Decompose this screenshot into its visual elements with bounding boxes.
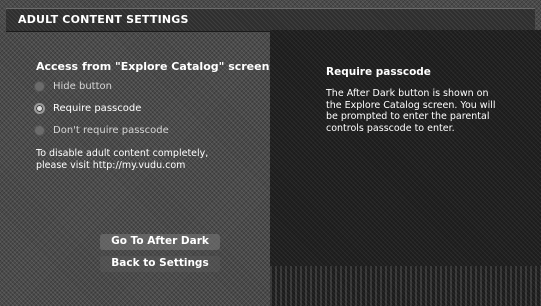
section-title: Access from "Explore Catalog" screen bbox=[36, 60, 270, 73]
page-title: ADULT CONTENT SETTINGS bbox=[18, 13, 189, 26]
radio-icon bbox=[34, 124, 45, 136]
button-label: Go To After Dark bbox=[111, 235, 209, 247]
description-panel: Require passcode The After Dark button i… bbox=[270, 30, 541, 306]
option-require-passcode[interactable]: Require passcode bbox=[34, 100, 141, 116]
description-title: Require passcode bbox=[326, 66, 431, 78]
button-label: Back to Settings bbox=[111, 257, 209, 269]
header-bar: ADULT CONTENT SETTINGS bbox=[6, 8, 535, 32]
back-to-settings-button[interactable]: Back to Settings bbox=[100, 256, 220, 272]
go-to-after-dark-button[interactable]: Go To After Dark bbox=[100, 234, 220, 250]
radio-selected-icon bbox=[34, 102, 45, 114]
option-hide-button[interactable]: Hide button bbox=[34, 78, 112, 94]
option-dont-require-passcode[interactable]: Don't require passcode bbox=[34, 122, 169, 138]
option-label: Don't require passcode bbox=[53, 124, 169, 136]
decorative-band bbox=[270, 266, 541, 306]
option-label: Hide button bbox=[53, 80, 112, 92]
option-label: Require passcode bbox=[53, 102, 142, 114]
radio-icon bbox=[34, 80, 45, 92]
disable-note: To disable adult content completely, ple… bbox=[36, 148, 209, 171]
description-text: The After Dark button is shown on the Ex… bbox=[326, 88, 496, 134]
